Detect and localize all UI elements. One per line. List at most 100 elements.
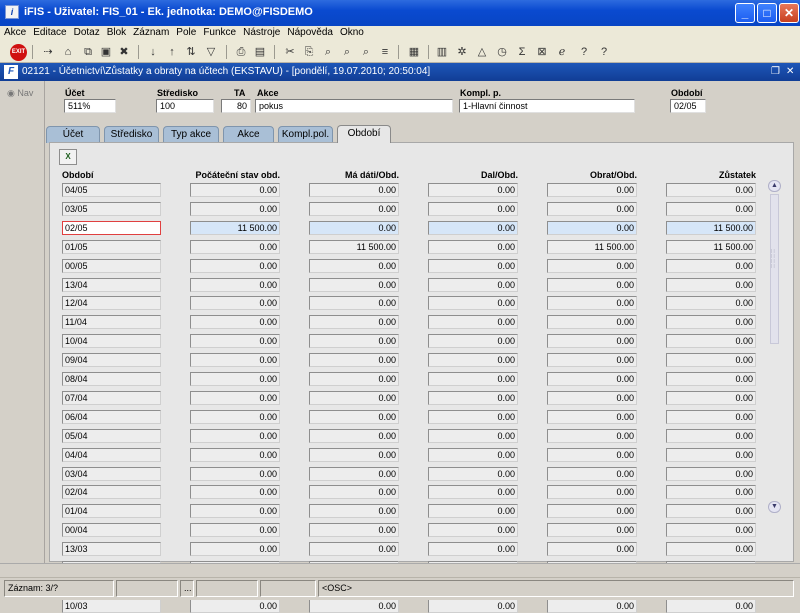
ucet-field[interactable]: 511% — [64, 99, 116, 113]
clock-icon[interactable]: ◷ — [494, 44, 510, 60]
filter-icon[interactable]: ▽ — [203, 44, 219, 60]
menu-item-2[interactable]: Dotaz — [70, 26, 103, 38]
table-cell[interactable]: 08/04 — [62, 372, 161, 386]
print-preview-icon[interactable]: ▤ — [252, 44, 268, 60]
table-cell[interactable]: 0.00 — [666, 390, 756, 405]
table-cell[interactable]: 0.00 — [309, 334, 399, 349]
menu-item-4[interactable]: Záznam — [129, 26, 172, 38]
menu-item-7[interactable]: Nástroje — [239, 26, 283, 38]
table-cell[interactable]: 0.00 — [309, 542, 399, 557]
table-cell[interactable]: 0.00 — [309, 390, 399, 405]
exit-button[interactable]: EXIT — [10, 44, 27, 61]
table-cell[interactable]: 0.00 — [428, 428, 518, 443]
save-record-icon[interactable]: ▣ — [98, 44, 114, 60]
table-cell[interactable]: 0.00 — [428, 277, 518, 292]
table-cell[interactable]: 11 500.00 — [666, 220, 756, 235]
table-cell[interactable]: 0.00 — [666, 409, 756, 424]
maximize-button[interactable]: □ — [757, 3, 777, 23]
sum-icon[interactable]: Σ — [514, 44, 530, 60]
help-topic-icon[interactable]: ? — [576, 44, 592, 60]
find-next-icon[interactable]: ⌕ — [358, 44, 374, 60]
table-cell[interactable]: 09/04 — [62, 353, 161, 368]
table-cell[interactable]: 0.00 — [309, 183, 399, 197]
stredisko-field[interactable]: 100 — [156, 99, 214, 113]
table-cell[interactable]: 0.00 — [666, 183, 756, 197]
table-cell[interactable]: 0.00 — [190, 183, 280, 197]
menu-item-5[interactable]: Pole — [172, 26, 199, 38]
table-cell[interactable]: 02/04 — [62, 485, 161, 500]
table-cell[interactable]: 0.00 — [666, 334, 756, 349]
insert-record-icon[interactable]: ⇢ — [40, 44, 56, 60]
table-cell[interactable]: 0.00 — [428, 485, 518, 500]
table-cell[interactable]: 0.00 — [190, 201, 280, 216]
table-cell[interactable]: 0.00 — [666, 466, 756, 481]
table-cell[interactable]: 0.00 — [190, 409, 280, 424]
table-cell[interactable]: 0.00 — [547, 409, 637, 424]
table-cell[interactable]: 0.00 — [666, 523, 756, 538]
table-cell[interactable]: 0.00 — [428, 315, 518, 330]
table-cell[interactable]: 03/04 — [62, 466, 161, 481]
table-cell[interactable]: 04/05 — [62, 183, 161, 197]
table-cell[interactable]: 0.00 — [190, 598, 280, 613]
table-cell[interactable]: 0.00 — [428, 466, 518, 481]
table-cell[interactable]: 0.00 — [547, 523, 637, 538]
table-cell[interactable]: 0.00 — [190, 485, 280, 500]
tab-0[interactable]: Účet — [46, 126, 100, 143]
menu-item-0[interactable]: Akce — [0, 26, 29, 38]
table-cell[interactable]: 0.00 — [666, 504, 756, 519]
table-cell[interactable]: 0.00 — [309, 428, 399, 443]
close-button[interactable]: ✕ — [779, 3, 799, 23]
copy-record-icon[interactable]: ⧉ — [80, 44, 96, 60]
table-cell[interactable]: 02/05 — [62, 220, 161, 235]
cut-icon[interactable]: ✂ — [282, 44, 298, 60]
table-cell[interactable]: 0.00 — [190, 353, 280, 368]
table-cell[interactable]: 0.00 — [547, 542, 637, 557]
table-cell[interactable]: 0.00 — [547, 372, 637, 386]
table-cell[interactable]: 0.00 — [428, 372, 518, 386]
table-cell[interactable]: 0.00 — [309, 258, 399, 273]
table-cell[interactable]: 0.00 — [666, 485, 756, 500]
scroll-up-icon[interactable]: ▲ — [768, 180, 781, 192]
delete-record-icon[interactable]: ✖ — [116, 44, 132, 60]
akce-field[interactable]: pokus — [255, 99, 453, 113]
restore-form-icon[interactable]: ❐ — [771, 66, 780, 77]
table-cell[interactable]: 0.00 — [309, 466, 399, 481]
table-cell[interactable]: 0.00 — [666, 201, 756, 216]
menu-item-6[interactable]: Funkce — [199, 26, 239, 38]
table-cell[interactable]: 0.00 — [547, 296, 637, 311]
table-cell[interactable]: 0.00 — [428, 334, 518, 349]
search-icon[interactable]: ⌕ — [339, 44, 355, 60]
table-cell[interactable]: 0.00 — [428, 409, 518, 424]
tab-1[interactable]: Středisko — [104, 126, 159, 143]
table-cell[interactable]: 0.00 — [666, 598, 756, 613]
table-cell[interactable]: 0.00 — [666, 428, 756, 443]
table-cell[interactable]: 0.00 — [547, 334, 637, 349]
table-cell[interactable]: 0.00 — [190, 296, 280, 311]
table-cell[interactable]: 06/04 — [62, 409, 161, 424]
table-cell[interactable]: 0.00 — [428, 504, 518, 519]
menu-item-9[interactable]: Okno — [336, 26, 367, 38]
table-cell[interactable]: 0.00 — [190, 447, 280, 462]
minimize-button[interactable]: _ — [735, 3, 755, 23]
table-cell[interactable]: 11 500.00 — [666, 239, 756, 254]
table-cell[interactable]: 04/04 — [62, 447, 161, 462]
table-cell[interactable]: 0.00 — [547, 466, 637, 481]
table-cell[interactable]: 0.00 — [547, 220, 637, 235]
table-cell[interactable]: 00/04 — [62, 523, 161, 538]
table-cell[interactable]: 11/04 — [62, 315, 161, 330]
table-cell[interactable]: 10/04 — [62, 334, 161, 349]
table-cell[interactable]: 0.00 — [547, 353, 637, 368]
table-cell[interactable]: 0.00 — [666, 277, 756, 292]
table-cell[interactable]: 0.00 — [190, 523, 280, 538]
table-cell[interactable]: 13/04 — [62, 277, 161, 292]
nav-button[interactable]: ◉ Nav — [7, 88, 33, 99]
menu-item-1[interactable]: Editace — [29, 26, 69, 38]
vertical-scrollbar[interactable]: ▲ ∷ ∷ ∷ ∷ ▼ — [768, 180, 781, 513]
calculator-icon[interactable]: ▥ — [434, 44, 450, 60]
table-cell[interactable]: 0.00 — [190, 315, 280, 330]
table-cell[interactable]: 0.00 — [547, 183, 637, 197]
table-cell[interactable]: 0.00 — [666, 315, 756, 330]
table-cell[interactable]: 0.00 — [190, 542, 280, 557]
menu-item-8[interactable]: Nápověda — [283, 26, 336, 38]
table-cell[interactable]: 0.00 — [428, 390, 518, 405]
